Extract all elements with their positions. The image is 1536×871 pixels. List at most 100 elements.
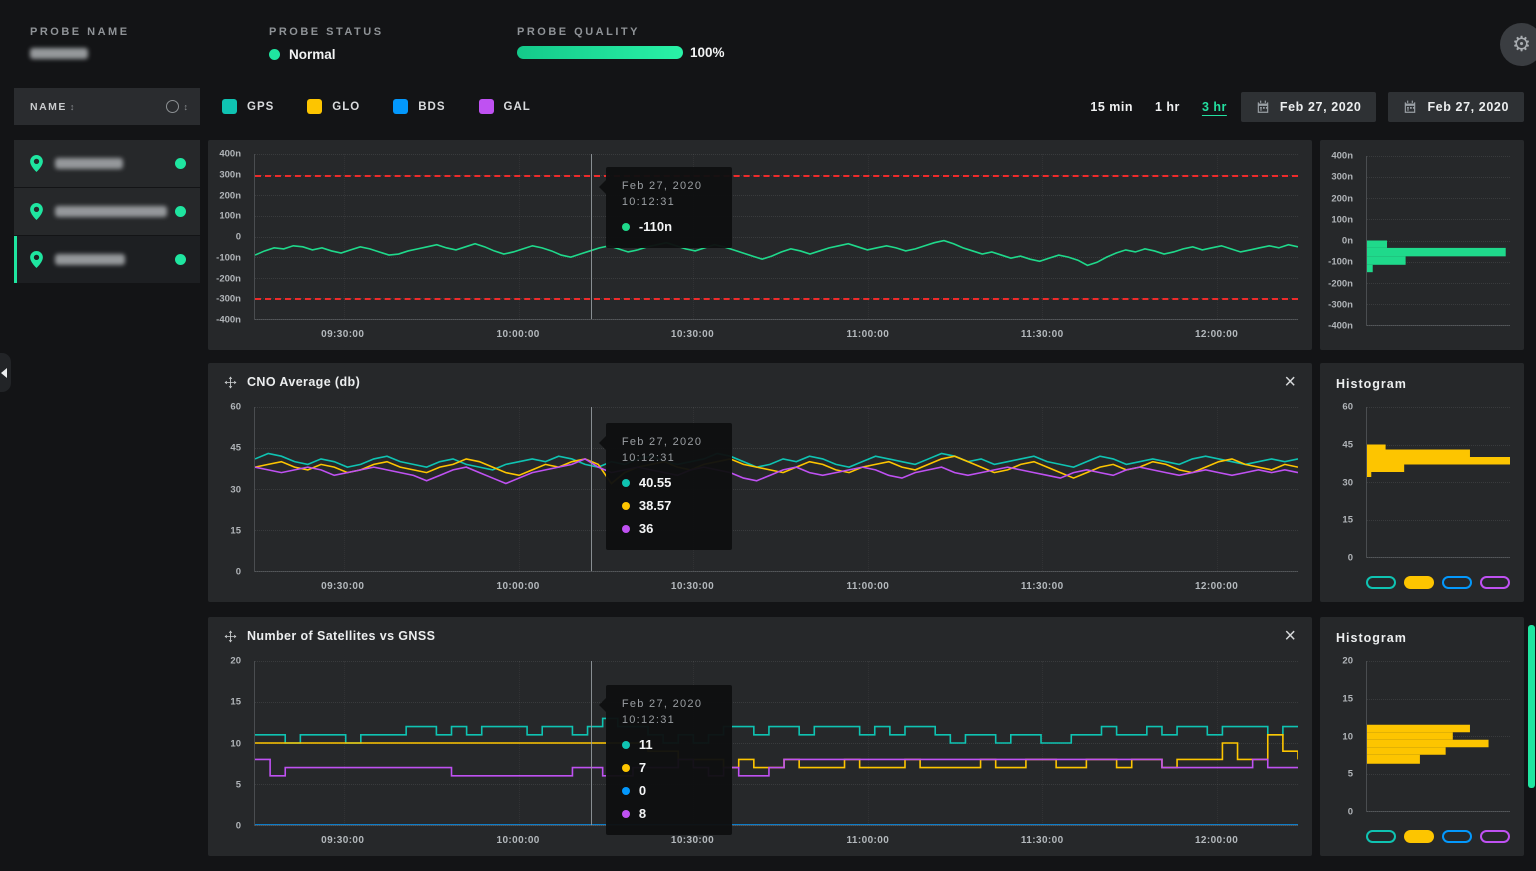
chart-series-svg xyxy=(255,661,1298,825)
date-to-value: Feb 27, 2020 xyxy=(1427,100,1509,114)
histogram-bar xyxy=(1367,465,1404,473)
x-tick-label: 11:30:00 xyxy=(1021,329,1064,340)
cno-average-chart[interactable]: 604530150Feb 27, 202010:12:3140.5538.573… xyxy=(208,401,1312,602)
y-tick-label: 100n xyxy=(219,211,241,222)
move-icon[interactable] xyxy=(224,376,237,389)
tooltip-row: 38.57 xyxy=(622,498,714,513)
x-tick-label: 11:30:00 xyxy=(1021,835,1064,846)
histogram-plot-area[interactable] xyxy=(1366,661,1510,812)
probe-list-header[interactable]: NAME ↕ ↕ xyxy=(14,88,200,125)
status-sort-icon[interactable]: ↕ xyxy=(184,102,189,112)
legend-swatch-bds xyxy=(393,99,408,114)
histogram-pill-bds[interactable] xyxy=(1442,576,1472,589)
histogram-bar xyxy=(1367,265,1373,272)
y-tick-label: 5 xyxy=(236,779,241,790)
probe-status-dot xyxy=(175,254,186,265)
histogram-pill-glo[interactable] xyxy=(1404,830,1434,843)
histogram-pill-bds[interactable] xyxy=(1442,830,1472,843)
histogram-bars-svg xyxy=(1367,661,1510,811)
tooltip-value: 40.55 xyxy=(639,475,672,490)
cno-average-panel: CNO Average (db) × 604530150Feb 27, 2020… xyxy=(208,363,1312,602)
histogram-pill-glo[interactable] xyxy=(1404,576,1434,589)
close-icon[interactable]: × xyxy=(1284,626,1296,646)
probe-list-item-3[interactable] xyxy=(14,236,200,283)
move-icon[interactable] xyxy=(224,630,237,643)
legend-gps[interactable]: GPS xyxy=(222,99,274,114)
satellites-panel-title-row: Number of Satellites vs GNSS × xyxy=(208,617,1312,655)
cno-histogram-panel: Histogram 604530150 xyxy=(1320,363,1524,602)
histogram-bars-svg xyxy=(1367,407,1510,557)
tooltip-value: 0 xyxy=(639,783,646,798)
range-15-min[interactable]: 15 min xyxy=(1090,100,1133,114)
close-icon[interactable]: × xyxy=(1284,372,1296,392)
sidebar-collapse-button[interactable] xyxy=(0,353,11,392)
tooltip: Feb 27, 202010:12:3111708 xyxy=(606,685,732,835)
status-dot-icon xyxy=(269,49,280,60)
satellites-histogram[interactable]: 20151050 xyxy=(1320,661,1524,812)
y-tick-label: -300n xyxy=(1328,299,1353,310)
sort-icon[interactable]: ↕ xyxy=(70,102,75,112)
histogram-bars-svg xyxy=(1367,156,1510,325)
probe-status-block: PROBE STATUS Normal xyxy=(269,26,475,62)
histogram-bar xyxy=(1367,732,1453,740)
y-tick-label: 20 xyxy=(1342,656,1353,667)
tooltip-series-dot xyxy=(622,810,630,818)
y-tick-label: 300n xyxy=(1331,172,1353,183)
chart-plot-area[interactable]: Feb 27, 202010:12:3140.5538.5736 xyxy=(254,407,1298,572)
panel-title: CNO Average (db) xyxy=(247,375,360,389)
histogram-bar xyxy=(1367,457,1510,465)
row-satellites: Number of Satellites vs GNSS × 20151050F… xyxy=(208,617,1524,856)
x-tick-label: 11:00:00 xyxy=(847,835,890,846)
x-tick-label: 11:30:00 xyxy=(1021,581,1064,592)
y-tick-label: 30 xyxy=(1342,477,1353,488)
legend-gal[interactable]: GAL xyxy=(479,99,531,114)
tooltip-row: -110n xyxy=(622,219,714,234)
name-column-header[interactable]: NAME xyxy=(30,101,67,113)
tooltip-time: 10:12:31 xyxy=(622,452,714,464)
histogram-bar xyxy=(1367,241,1387,248)
settings-button[interactable]: ⚙ xyxy=(1500,23,1536,66)
y-tick-label: 10 xyxy=(230,738,241,749)
y-axis-labels: 400n300n200n100n0n-100n-200n-300n-400n xyxy=(1320,156,1360,326)
y-tick-label: 0n xyxy=(1342,236,1353,247)
y-tick-label: 0 xyxy=(236,567,241,578)
histogram-pill-gps[interactable] xyxy=(1366,830,1396,843)
histogram-pill-gal[interactable] xyxy=(1480,576,1510,589)
y-tick-label: 200n xyxy=(219,190,241,201)
cursor-line xyxy=(591,661,593,825)
probe-list-item-2[interactable] xyxy=(14,188,200,235)
histogram-bar xyxy=(1367,725,1470,733)
date-to-button[interactable]: Feb 27, 2020 xyxy=(1388,92,1524,122)
tooltip-series-dot xyxy=(622,223,630,231)
clock-offset-histogram[interactable]: 400n300n200n100n0n-100n-200n-300n-400n xyxy=(1320,156,1524,326)
y-tick-label: -300n xyxy=(216,294,241,305)
y-axis-labels: 604530150 xyxy=(1320,407,1360,558)
satellites-chart[interactable]: 20151050Feb 27, 202010:12:311170809:30:0… xyxy=(208,655,1312,856)
chart-plot-area[interactable]: Feb 27, 202010:12:31-110n xyxy=(254,154,1298,320)
clock-offset-chart[interactable]: 400n300n200n100n0-100n-200n-300n-400nFeb… xyxy=(208,140,1312,350)
date-from-button[interactable]: Feb 27, 2020 xyxy=(1241,92,1377,122)
y-tick-label: -100n xyxy=(1328,257,1353,268)
chart-plot-area[interactable]: Feb 27, 202010:12:3111708 xyxy=(254,661,1298,826)
range-3-hr[interactable]: 3 hr xyxy=(1202,100,1227,114)
histogram-pill-gal[interactable] xyxy=(1480,830,1510,843)
time-range-group: 15 min 1 hr 3 hr xyxy=(1090,100,1226,114)
histogram-pill-gps[interactable] xyxy=(1366,576,1396,589)
y-tick-label: -400n xyxy=(1328,321,1353,332)
legend-glo[interactable]: GLO xyxy=(307,99,360,114)
range-1-hr[interactable]: 1 hr xyxy=(1155,100,1180,114)
x-axis-labels: 09:30:0010:00:0010:30:0011:00:0011:30:00… xyxy=(254,329,1298,342)
scrollbar-thumb[interactable] xyxy=(1528,625,1535,788)
row-clock-offset: 400n300n200n100n0-100n-200n-300n-400nFeb… xyxy=(208,140,1524,350)
tooltip-series-dot xyxy=(622,764,630,772)
histogram-plot-area[interactable] xyxy=(1366,156,1510,326)
cno-histogram[interactable]: 604530150 xyxy=(1320,407,1524,558)
status-filter-icon[interactable] xyxy=(166,100,179,113)
histogram-plot-area[interactable] xyxy=(1366,407,1510,558)
legend-bds[interactable]: BDS xyxy=(393,99,445,114)
probe-list-item-1[interactable] xyxy=(14,140,200,187)
y-tick-label: 0 xyxy=(1348,553,1353,564)
tooltip-time: 10:12:31 xyxy=(622,714,714,726)
tooltip: Feb 27, 202010:12:3140.5538.5736 xyxy=(606,423,732,550)
x-tick-label: 10:00:00 xyxy=(497,581,540,592)
